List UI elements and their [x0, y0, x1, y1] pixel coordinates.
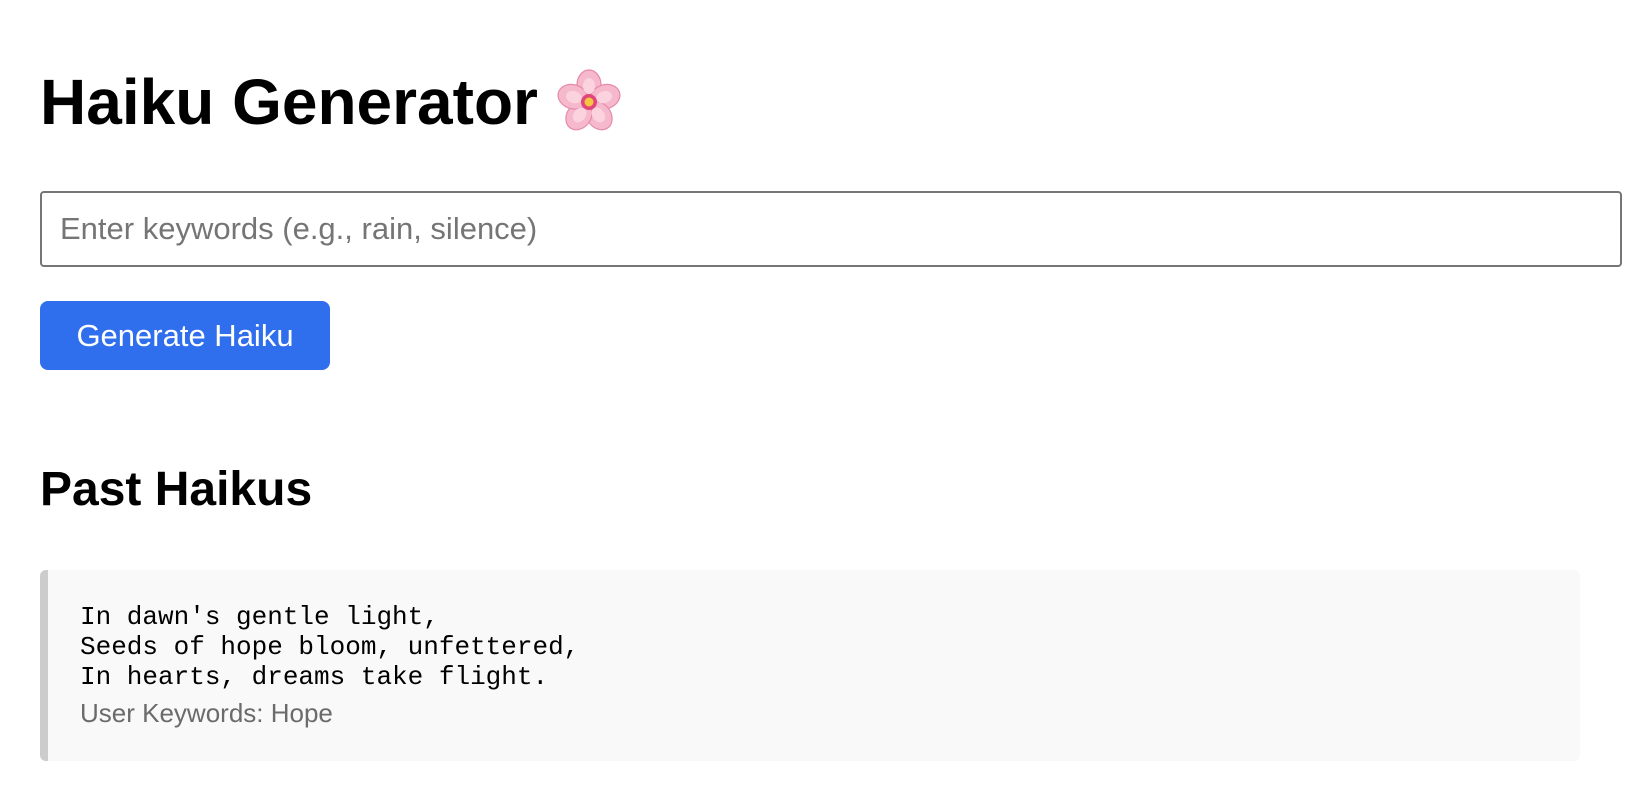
- haiku-text: In dawn's gentle light, Seeds of hope bl…: [80, 602, 580, 692]
- past-haikus-heading: Past Haikus: [40, 463, 313, 516]
- title-row: Haiku Generator: [40, 62, 624, 142]
- page-title: Haiku Generator: [40, 66, 538, 138]
- haiku-card: In dawn's gentle light, Seeds of hope bl…: [40, 570, 1580, 761]
- generate-haiku-button[interactable]: Generate Haiku: [40, 301, 330, 370]
- haiku-keywords: User Keywords: Hope: [80, 698, 333, 728]
- keywords-input[interactable]: [40, 191, 1622, 267]
- cherry-blossom-icon: [554, 67, 624, 137]
- page: Haiku Generator Enter keywords (e.g., ra…: [0, 0, 1634, 794]
